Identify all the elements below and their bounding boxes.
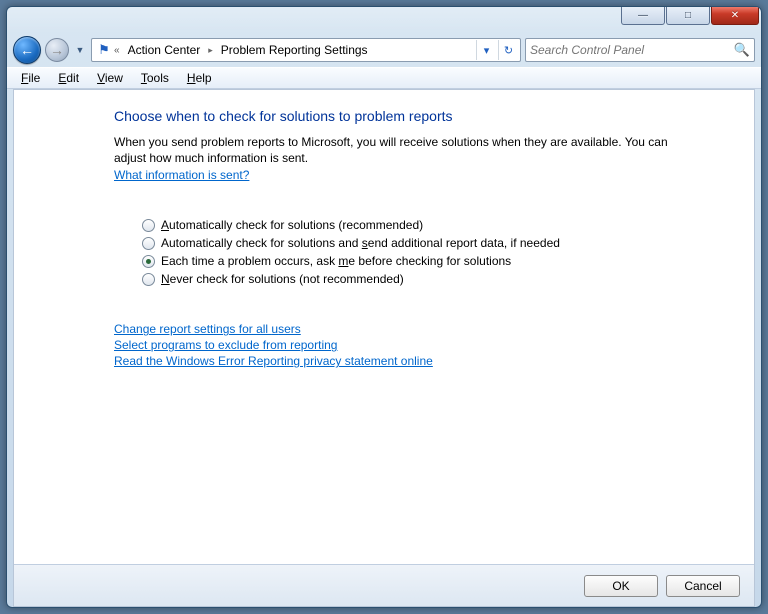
chevron-right-icon[interactable]: ▸ — [206, 45, 215, 56]
address-dropdown-button[interactable]: ▾ — [476, 40, 496, 60]
search-input[interactable] — [530, 43, 734, 57]
what-info-link[interactable]: What information is sent? — [114, 168, 249, 182]
radio-icon[interactable] — [142, 237, 155, 250]
titlebar: — □ ✕ — [7, 7, 761, 33]
menu-help[interactable]: Help — [179, 69, 220, 87]
radio-label: Automatically check for solutions (recom… — [161, 218, 423, 232]
close-button[interactable]: ✕ — [711, 7, 759, 25]
forward-button[interactable]: → — [45, 38, 69, 62]
content-wrap: Choose when to check for solutions to pr… — [13, 89, 755, 607]
radio-label: Each time a problem occurs, ask me befor… — [161, 254, 511, 268]
radio-icon[interactable] — [142, 273, 155, 286]
breadcrumb-problem-reporting[interactable]: Problem Reporting Settings — [217, 43, 372, 57]
ok-button[interactable]: OK — [584, 575, 658, 597]
radio-ask-each-time[interactable]: Each time a problem occurs, ask me befor… — [142, 254, 718, 268]
nav-row: ← → ▼ ⚑ « Action Center ▸ Problem Report… — [7, 33, 761, 67]
radio-auto-send-data[interactable]: Automatically check for solutions and se… — [142, 236, 718, 250]
radio-auto-check[interactable]: Automatically check for solutions (recom… — [142, 218, 718, 232]
back-button[interactable]: ← — [13, 36, 41, 64]
change-all-users-link[interactable]: Change report settings for all users — [114, 322, 718, 336]
breadcrumb-overflow-icon[interactable]: « — [114, 45, 122, 56]
window: — □ ✕ ← → ▼ ⚑ « Action Center ▸ Problem … — [6, 6, 762, 608]
page-heading: Choose when to check for solutions to pr… — [114, 108, 718, 124]
radio-group: Automatically check for solutions (recom… — [142, 218, 718, 286]
menu-edit[interactable]: Edit — [50, 69, 87, 87]
privacy-statement-link[interactable]: Read the Windows Error Reporting privacy… — [114, 354, 718, 368]
radio-icon[interactable] — [142, 255, 155, 268]
menu-bar: File Edit View Tools Help — [7, 67, 761, 89]
search-box[interactable]: 🔍 — [525, 38, 755, 62]
maximize-button[interactable]: □ — [666, 7, 710, 25]
links-block: Change report settings for all users Sel… — [114, 322, 718, 368]
menu-view[interactable]: View — [89, 69, 131, 87]
refresh-button[interactable]: ↻ — [498, 40, 518, 60]
menu-file[interactable]: File — [13, 69, 48, 87]
radio-label: Automatically check for solutions and se… — [161, 236, 560, 250]
menu-tools[interactable]: Tools — [133, 69, 177, 87]
nav-history-dropdown[interactable]: ▼ — [73, 40, 87, 60]
radio-never-check[interactable]: Never check for solutions (not recommend… — [142, 272, 718, 286]
search-icon[interactable]: 🔍 — [734, 42, 750, 58]
radio-icon[interactable] — [142, 219, 155, 232]
minimize-button[interactable]: — — [621, 7, 665, 25]
breadcrumb-action-center[interactable]: Action Center — [124, 43, 205, 57]
exclude-programs-link[interactable]: Select programs to exclude from reportin… — [114, 338, 718, 352]
page-description: When you send problem reports to Microso… — [114, 134, 674, 166]
button-bar: OK Cancel — [14, 564, 754, 606]
content-area: Choose when to check for solutions to pr… — [14, 90, 754, 564]
address-bar[interactable]: ⚑ « Action Center ▸ Problem Reporting Se… — [91, 38, 521, 62]
flag-icon: ⚑ — [96, 42, 112, 58]
radio-label: Never check for solutions (not recommend… — [161, 272, 404, 286]
cancel-button[interactable]: Cancel — [666, 575, 740, 597]
